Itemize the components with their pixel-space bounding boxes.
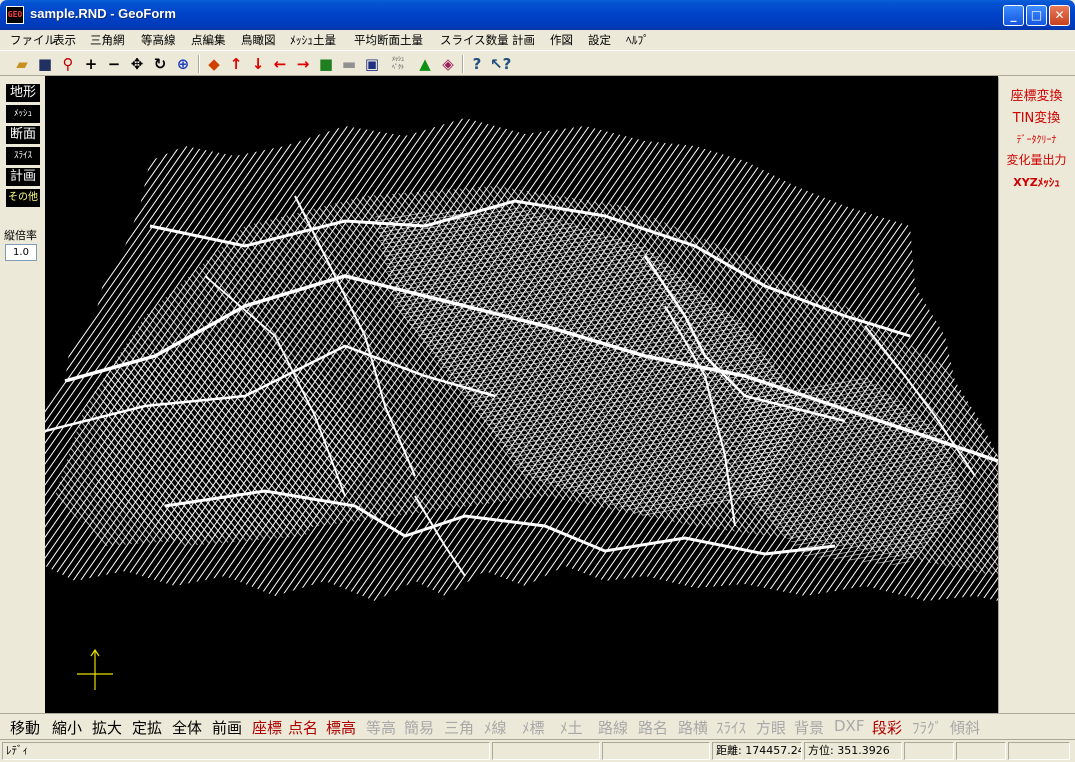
- menu-settings[interactable]: 設定: [588, 32, 611, 48]
- menu-bar: ファイル 表示 三角網 等高線 点編集 鳥瞰図 ﾒｯｼｭ土量 平均断面土量 スラ…: [0, 30, 1075, 50]
- zoom-in-plus-icon[interactable]: +: [81, 54, 101, 74]
- save-disk-icon[interactable]: ■: [35, 54, 55, 74]
- menu-mesh-volume[interactable]: ﾒｯｼｭ土量: [290, 32, 336, 48]
- command-button[interactable]: 路線: [598, 717, 628, 738]
- toolbar-separator: [462, 55, 464, 73]
- command-button[interactable]: ﾒ線: [484, 717, 507, 738]
- menu-slice-quantity[interactable]: スライス数量: [440, 32, 509, 48]
- command-button[interactable]: 標高: [326, 717, 356, 738]
- mode-plan-button[interactable]: 計画: [6, 168, 40, 186]
- vertical-scale-input[interactable]: 1.0: [5, 244, 37, 261]
- close-button[interactable]: ✕: [1049, 5, 1070, 26]
- xyz-mesh-button[interactable]: XYZﾒｯｼｭ: [999, 174, 1074, 190]
- terrain-view: [45, 118, 998, 690]
- maximize-button[interactable]: □: [1026, 5, 1047, 26]
- render-icon[interactable]: ◈: [438, 54, 458, 74]
- mesh-vector-button[interactable]: ﾒｯｼｭ ﾍﾞｸﾄ: [385, 54, 411, 74]
- arrow-right-icon[interactable]: →: [293, 54, 313, 74]
- tin-convert-button[interactable]: TIN変換: [999, 107, 1074, 126]
- menu-drawing[interactable]: 作図: [550, 32, 573, 48]
- menu-help[interactable]: ﾍﾙﾌﾟ: [626, 32, 649, 48]
- command-button[interactable]: 点名: [288, 717, 318, 738]
- status-cell-empty: [492, 742, 600, 760]
- command-button[interactable]: ﾒ土: [560, 717, 583, 738]
- mode-panel: 地形 ﾒｯｼｭ 断面 ｽﾗｲｽ 計画 その他 縦倍率 1.0: [0, 77, 44, 713]
- change-output-button[interactable]: 変化量出力: [999, 151, 1074, 168]
- status-cell-empty: [956, 742, 1006, 760]
- mode-terrain-button[interactable]: 地形: [6, 84, 40, 102]
- command-button[interactable]: 三角: [444, 717, 474, 738]
- status-cell-empty: [602, 742, 710, 760]
- menu-birdseye[interactable]: 鳥瞰図: [241, 32, 276, 48]
- mode-other-button[interactable]: その他: [6, 189, 40, 207]
- command-button[interactable]: 座標: [252, 717, 282, 738]
- status-distance: 距離: 174457.247: [712, 742, 802, 760]
- status-bar: ﾚﾃﾞｨ 距離: 174457.247 方位: 351.3926: [0, 739, 1075, 762]
- status-cell-empty: [1008, 742, 1070, 760]
- zoom-out-minus-icon[interactable]: −: [104, 54, 124, 74]
- context-help-icon[interactable]: ↖?: [490, 54, 511, 74]
- profile-icon[interactable]: ▬: [339, 54, 359, 74]
- command-button[interactable]: 縮小: [52, 717, 82, 738]
- open-folder-icon[interactable]: ▰: [12, 54, 32, 74]
- title-bar[interactable]: GEO sample.RND - GeoForm _ □ ✕: [0, 0, 1075, 30]
- command-button[interactable]: 背景: [794, 717, 824, 738]
- command-button[interactable]: 簡易: [404, 717, 434, 738]
- axis-indicator: [77, 648, 113, 690]
- command-button[interactable]: 拡大: [92, 717, 122, 738]
- command-bar: 移動 縮小 拡大 定拡 全体 前画 座標 点名 標高 等高 簡易 三角 ﾒ線 ﾒ標 ﾒ土 路線 路名 路横 ｽﾗｲｽ…: [0, 713, 1075, 739]
- command-button[interactable]: 前画: [212, 717, 242, 738]
- cube-icon[interactable]: ◆: [204, 54, 224, 74]
- command-button[interactable]: 定拡: [132, 717, 162, 738]
- rotate-icon[interactable]: ↻: [150, 54, 170, 74]
- menu-contour[interactable]: 等高線: [141, 32, 176, 48]
- status-cell-empty: [904, 742, 954, 760]
- window-title: sample.RND - GeoForm: [30, 6, 176, 21]
- arrow-down-icon[interactable]: ↓: [248, 54, 268, 74]
- menu-plan[interactable]: 計画: [512, 32, 535, 48]
- command-button[interactable]: DXF: [834, 717, 864, 735]
- mode-slice-button[interactable]: ｽﾗｲｽ: [6, 147, 40, 165]
- app-icon[interactable]: GEO: [6, 6, 24, 24]
- arrow-up-icon[interactable]: ↑: [226, 54, 246, 74]
- menu-point-edit[interactable]: 点編集: [191, 32, 226, 48]
- status-message: ﾚﾃﾞｨ: [2, 742, 490, 760]
- zoom-fit-icon[interactable]: ⊕: [173, 54, 193, 74]
- command-button[interactable]: 段彩: [872, 717, 902, 738]
- command-button[interactable]: 路名: [638, 717, 668, 738]
- menu-tin[interactable]: 三角網: [90, 32, 125, 48]
- command-button[interactable]: 方眼: [756, 717, 786, 738]
- status-bearing: 方位: 351.3926: [804, 742, 902, 760]
- terrain-icon[interactable]: ▲: [415, 54, 435, 74]
- mode-mesh-button[interactable]: ﾒｯｼｭ: [6, 105, 40, 123]
- pan-cross-arrows-icon[interactable]: ✥: [127, 54, 147, 74]
- command-button[interactable]: 全体: [172, 717, 202, 738]
- menu-file[interactable]: ファイル: [10, 32, 56, 48]
- command-button[interactable]: ﾒ標: [522, 717, 545, 738]
- terrain-mesh: [45, 118, 998, 601]
- color-cube-icon[interactable]: ■: [316, 54, 336, 74]
- coordinate-transform-button[interactable]: 座標変換: [999, 85, 1074, 104]
- window-icon[interactable]: ▣: [362, 54, 382, 74]
- birdseye-canvas[interactable]: [45, 76, 998, 713]
- vertical-scale-label: 縦倍率: [4, 229, 37, 242]
- mode-section-button[interactable]: 断面: [6, 126, 40, 144]
- zoom-magnifier-icon[interactable]: ⚲: [58, 54, 78, 74]
- menu-avg-section-volume[interactable]: 平均断面土量: [354, 32, 423, 48]
- menu-view[interactable]: 表示: [53, 32, 76, 48]
- help-icon[interactable]: ?: [467, 54, 487, 74]
- toolbar-separator: [198, 55, 200, 73]
- data-cleaner-button[interactable]: ﾃﾞｰﾀｸﾘｰﾅ: [999, 131, 1074, 146]
- command-button[interactable]: 等高: [366, 717, 396, 738]
- command-button[interactable]: ｽﾗｲｽ: [716, 717, 746, 738]
- toolbar: ▰ ■ ⚲ + − ✥ ↻ ⊕ ◆ ↑ ↓ ← → ■ ▬ ▣ ﾒｯｼｭ ﾍﾞｸ…: [0, 50, 1075, 76]
- command-button[interactable]: 路横: [678, 717, 708, 738]
- arrow-left-icon[interactable]: ←: [270, 54, 290, 74]
- command-button[interactable]: 傾斜: [950, 717, 980, 738]
- minimize-button[interactable]: _: [1003, 5, 1024, 26]
- command-button[interactable]: ﾌﾗｸﾞ: [912, 717, 942, 738]
- command-button[interactable]: 移動: [10, 717, 40, 738]
- conversion-panel: 座標変換 TIN変換 ﾃﾞｰﾀｸﾘｰﾅ 変化量出力 XYZﾒｯｼｭ: [998, 77, 1075, 713]
